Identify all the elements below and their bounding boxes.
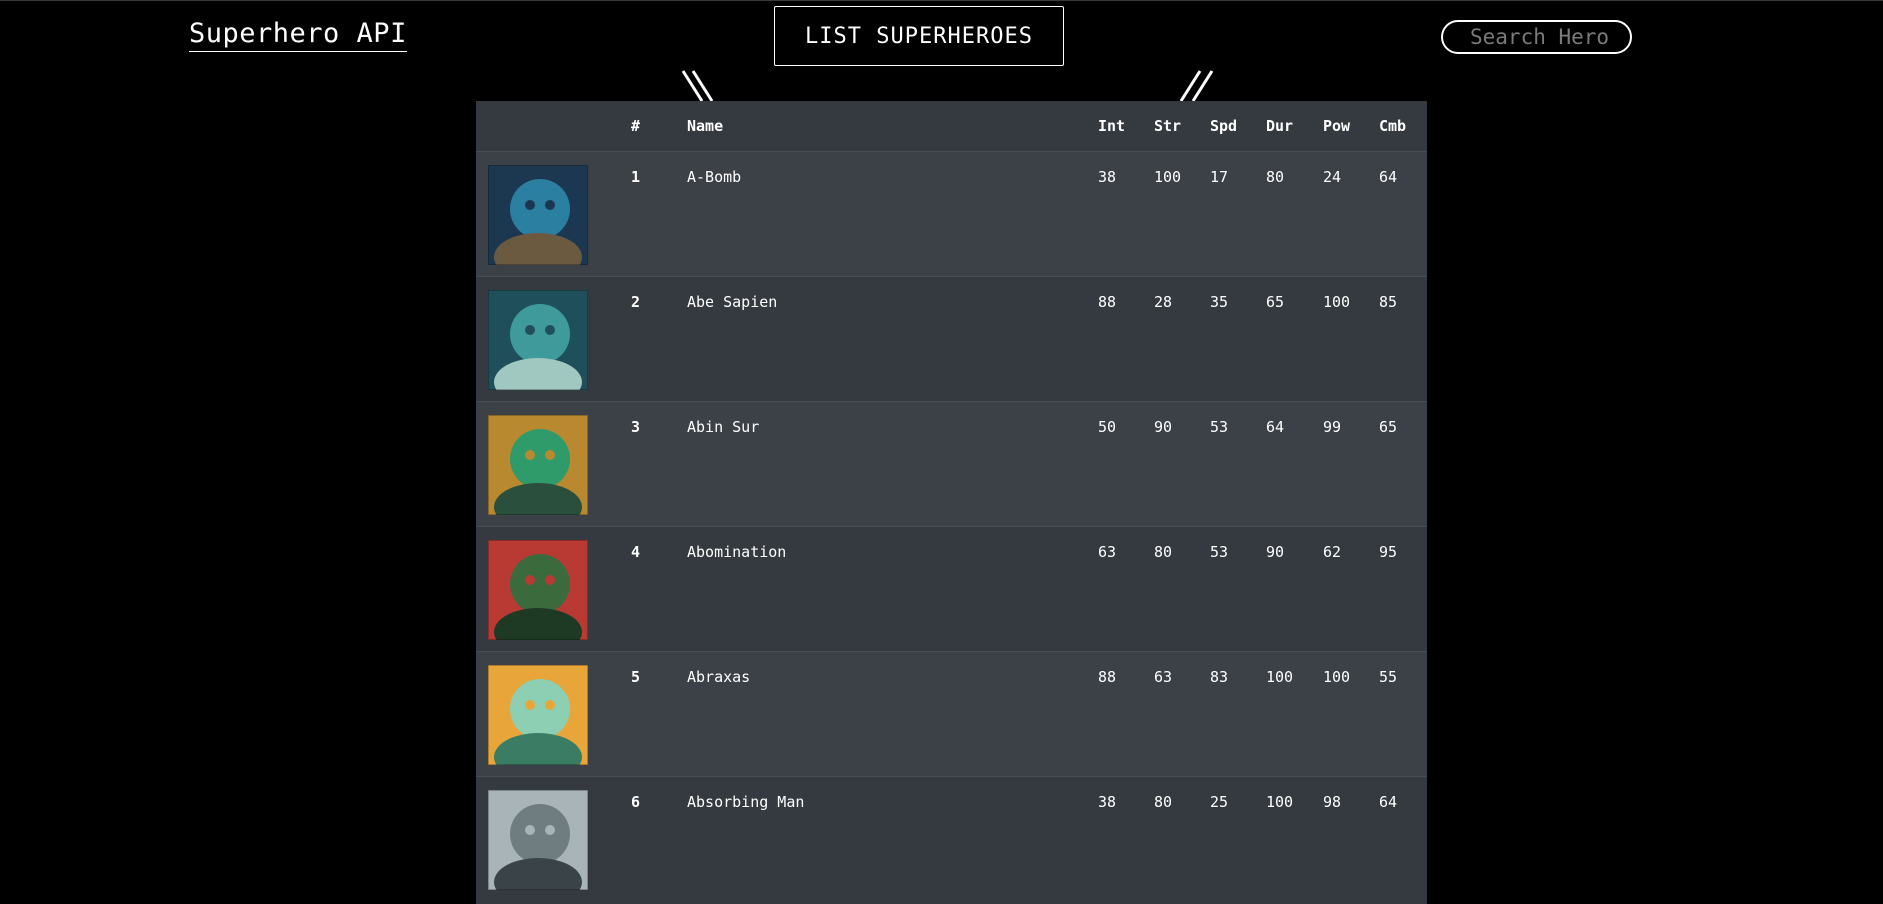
hero-pow-cell: 100 [1323,667,1351,686]
list-superheroes-button[interactable]: LIST SUPERHEROES [774,6,1064,66]
hero-dur-cell: 65 [1266,292,1285,311]
hero-dur-cell: 100 [1266,792,1294,811]
hero-spd-cell: 25 [1210,792,1229,811]
hero-dur-cell: 90 [1266,542,1285,561]
hero-image-cell [476,151,631,276]
hero-pow-cell: 62 [1323,542,1342,561]
hero-name-cell: Abin Sur [687,417,760,436]
table-row[interactable]: 3 Abin Sur 50 90 53 64 99 65 [476,401,1427,526]
hero-int-cell: 88 [1098,292,1117,311]
hero-pow-cell: 24 [1323,167,1342,186]
hero-rank-cell: 5 [631,667,641,686]
hero-portrait-image[interactable] [488,664,588,765]
hero-int-cell: 38 [1098,792,1117,811]
hero-portrait-image[interactable] [488,414,588,515]
hero-rank-cell: 4 [631,542,641,561]
column-header-spd: Spd [1210,117,1238,135]
hero-str-cell: 90 [1154,417,1173,436]
hero-spd-cell: 83 [1210,667,1229,686]
column-header-int: Int [1098,117,1126,135]
superheroes-table: # Name Int Str Spd Dur Pow Cmb 1 A-Bomb 38… [476,101,1427,901]
hero-image-cell [476,526,631,651]
hero-spd-cell: 53 [1210,542,1229,561]
hero-cmb-cell: 64 [1379,167,1398,186]
hero-int-cell: 88 [1098,667,1117,686]
decorative-slash-left [681,70,714,102]
hero-cmb-cell: 64 [1379,792,1398,811]
hero-rank-cell: 1 [631,167,641,186]
hero-image-cell [476,651,631,776]
hero-image-cell [476,401,631,526]
hero-str-cell: 80 [1154,792,1173,811]
column-header-pow: Pow [1323,117,1351,135]
hero-name-cell: Absorbing Man [687,792,805,811]
hero-cmb-cell: 95 [1379,542,1398,561]
hero-spd-cell: 35 [1210,292,1229,311]
table-row[interactable]: 6 Absorbing Man 38 80 25 100 98 64 [476,776,1427,901]
hero-image-cell [476,276,631,401]
hero-dur-cell: 64 [1266,417,1285,436]
hero-name-cell: Abe Sapien [687,292,778,311]
column-header-image [476,101,631,151]
hero-dur-cell: 80 [1266,167,1285,186]
top-border [0,0,1883,1]
hero-cmb-cell: 55 [1379,667,1398,686]
table-row[interactable]: 4 Abomination 63 80 53 90 62 95 [476,526,1427,651]
brand-link[interactable]: Superhero API [189,18,407,52]
hero-spd-cell: 17 [1210,167,1229,186]
hero-pow-cell: 98 [1323,792,1342,811]
hero-portrait-image[interactable] [488,539,588,640]
hero-portrait-image[interactable] [488,289,588,390]
hero-str-cell: 80 [1154,542,1173,561]
table-row[interactable]: 1 A-Bomb 38 100 17 80 24 64 [476,151,1427,276]
hero-name-cell: A-Bomb [687,167,742,186]
hero-int-cell: 38 [1098,167,1117,186]
column-header-rank: # [631,117,641,135]
hero-str-cell: 100 [1154,167,1182,186]
table-row[interactable]: 5 Abraxas 88 63 83 100 100 55 [476,651,1427,776]
column-header-dur: Dur [1266,117,1294,135]
hero-str-cell: 63 [1154,667,1173,686]
search-hero-input[interactable] [1441,20,1632,54]
hero-pow-cell: 100 [1323,292,1351,311]
column-header-str: Str [1154,117,1182,135]
hero-image-cell [476,776,631,901]
hero-cmb-cell: 65 [1379,417,1398,436]
hero-int-cell: 50 [1098,417,1117,436]
hero-rank-cell: 2 [631,292,641,311]
hero-rank-cell: 3 [631,417,641,436]
column-header-cmb: Cmb [1379,117,1407,135]
hero-cmb-cell: 85 [1379,292,1398,311]
hero-pow-cell: 99 [1323,417,1342,436]
column-header-name: Name [687,117,724,135]
hero-name-cell: Abraxas [687,667,751,686]
hero-rank-cell: 6 [631,792,641,811]
table-row[interactable]: 2 Abe Sapien 88 28 35 65 100 85 [476,276,1427,401]
table-header-row: # Name Int Str Spd Dur Pow Cmb [476,101,1427,151]
hero-spd-cell: 53 [1210,417,1229,436]
hero-portrait-image[interactable] [488,164,588,265]
hero-int-cell: 63 [1098,542,1117,561]
hero-portrait-image[interactable] [488,789,588,890]
hero-str-cell: 28 [1154,292,1173,311]
decorative-slash-right [1179,70,1214,102]
hero-name-cell: Abomination [687,542,787,561]
hero-dur-cell: 100 [1266,667,1294,686]
superheroes-table-container[interactable]: # Name Int Str Spd Dur Pow Cmb 1 A-Bomb 38… [476,101,1427,904]
